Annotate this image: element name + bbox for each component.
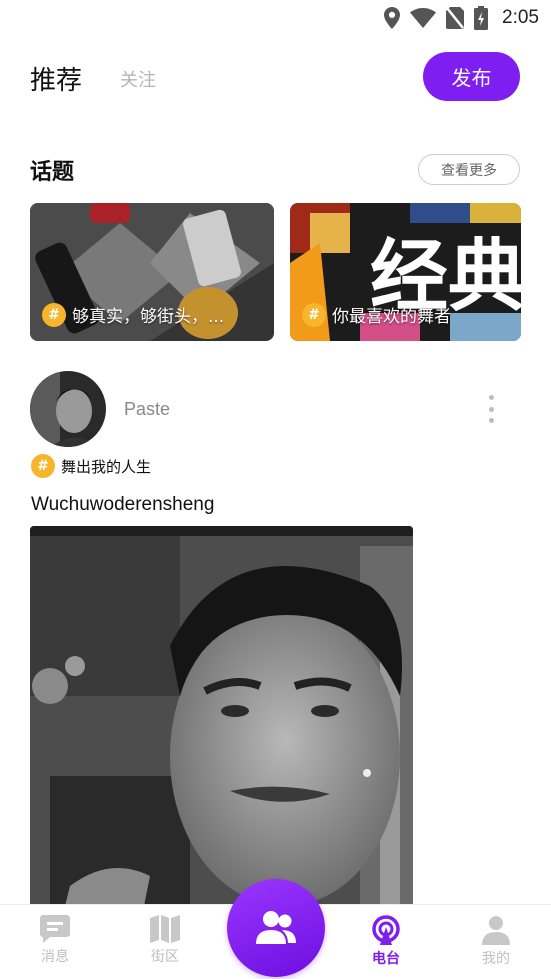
post-tag-label: 舞出我的人生 xyxy=(61,457,152,476)
hashtag-icon: # xyxy=(31,454,55,478)
publish-button[interactable]: 发布 xyxy=(423,52,520,101)
nav-label: 电台 xyxy=(372,951,400,967)
nav-block[interactable]: 街区 xyxy=(125,915,205,966)
post-photo xyxy=(30,526,413,926)
user-icon xyxy=(482,916,510,945)
topic-title: 够真实，够街头，... xyxy=(72,307,225,327)
nav-messages[interactable]: 消息 xyxy=(15,915,95,966)
no-sim-icon xyxy=(446,7,465,29)
nav-label: 我的 xyxy=(482,951,510,967)
nav-label: 消息 xyxy=(41,949,69,965)
radio-icon xyxy=(372,915,400,945)
center-action-button[interactable] xyxy=(227,879,325,977)
topic-label: # 够真实，够街头，... xyxy=(42,302,266,327)
hashtag-icon: # xyxy=(42,302,66,327)
post-image[interactable] xyxy=(30,526,413,926)
avatar[interactable] xyxy=(30,371,106,447)
top-header: 推荐 关注 发布 xyxy=(0,52,551,102)
avatar-image xyxy=(30,371,106,447)
map-icon xyxy=(150,915,180,943)
status-bar: 2:05 xyxy=(0,0,551,38)
nav-profile[interactable]: 我的 xyxy=(456,915,536,968)
topic-card[interactable]: # 够真实，够街头，... xyxy=(30,203,274,341)
nav-radio[interactable]: 电台 xyxy=(346,915,426,968)
topic-title: 你最喜欢的舞者 xyxy=(332,307,451,327)
tab-recommend[interactable]: 推荐 xyxy=(30,60,82,97)
more-options-icon[interactable] xyxy=(484,395,498,423)
location-icon xyxy=(384,7,401,29)
topics-title: 话题 xyxy=(30,160,75,185)
post-text: Wuchuwoderensheng xyxy=(31,494,215,515)
people-icon xyxy=(256,911,296,944)
hashtag-icon: # xyxy=(302,302,326,327)
app-screen: 2:05 推荐 关注 发布 话题 查看更多 # 够真实，够街头，... 经典 #… xyxy=(0,0,551,979)
topic-label: # 你最喜欢的舞者 xyxy=(302,302,513,327)
nav-label: 街区 xyxy=(151,949,179,965)
wifi-icon xyxy=(410,8,437,28)
status-time: 2:05 xyxy=(502,7,539,28)
battery-charging-icon xyxy=(474,6,489,30)
message-icon xyxy=(40,915,70,943)
post-topic-tag[interactable]: # 舞出我的人生 xyxy=(31,454,151,478)
post-username[interactable]: Paste xyxy=(124,399,170,420)
view-more-button[interactable]: 查看更多 xyxy=(418,154,520,185)
topic-card[interactable]: 经典 # 你最喜欢的舞者 xyxy=(290,203,521,341)
tab-following[interactable]: 关注 xyxy=(120,66,156,92)
